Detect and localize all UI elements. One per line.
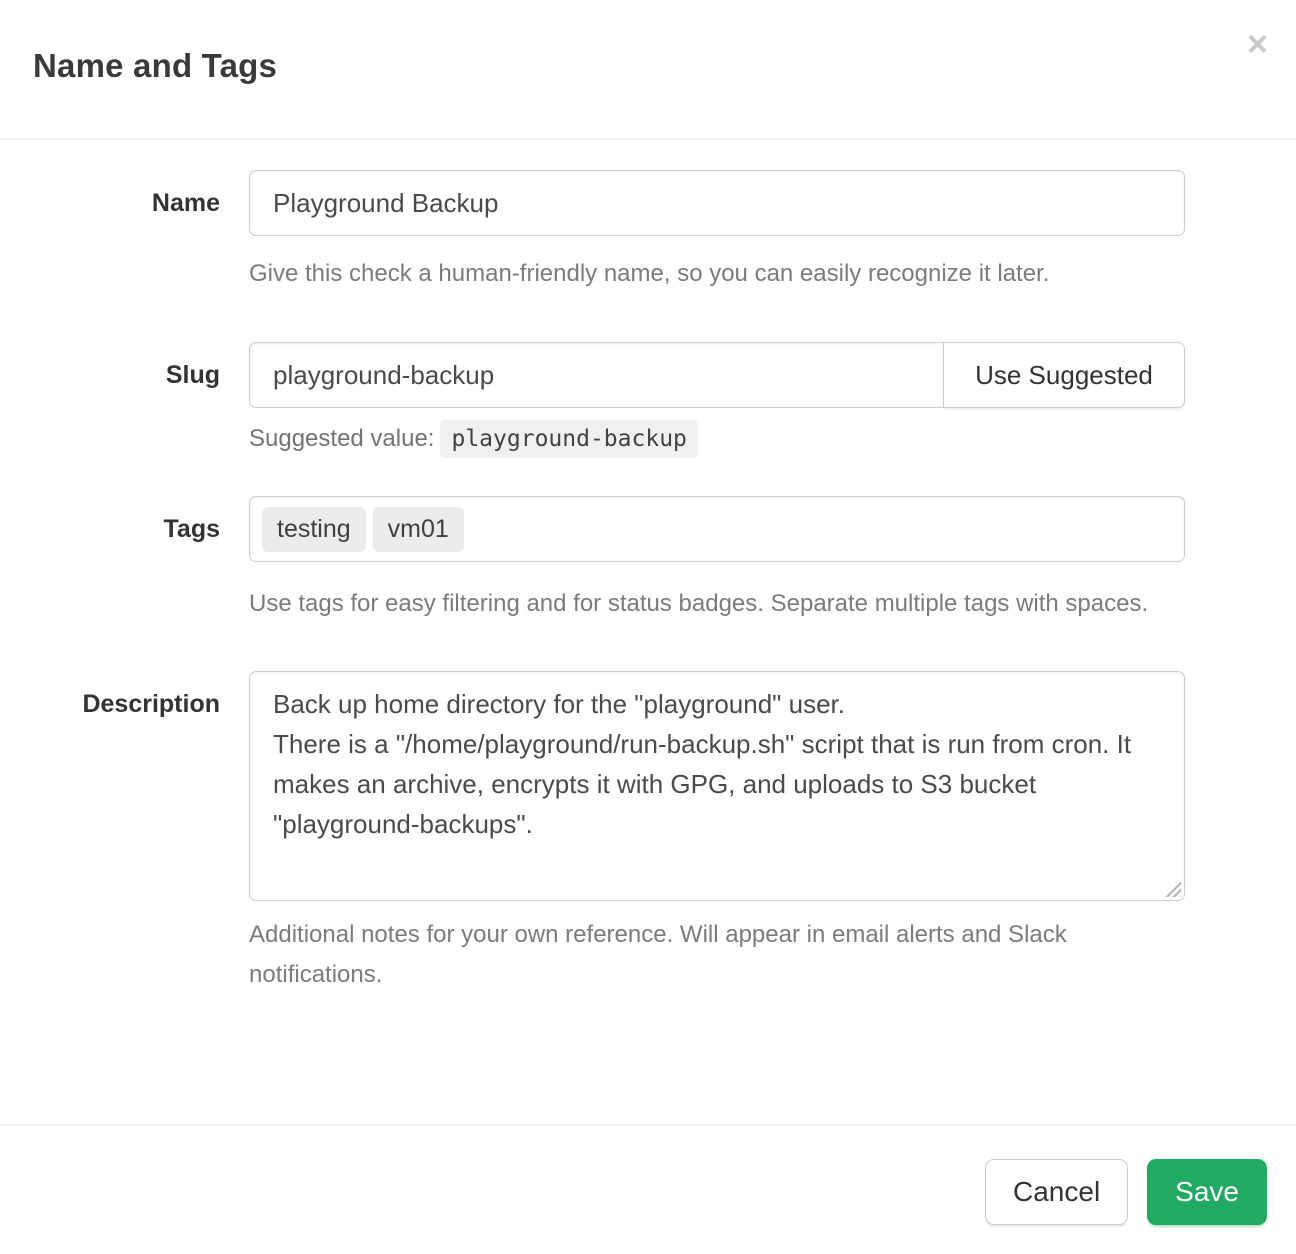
tags-controls: testingvm01 Use tags for easy filtering … [249, 496, 1185, 624]
tags-field-row: Tags testingvm01 Use tags for easy filte… [0, 496, 1215, 624]
name-field-row: Name Give this check a human-friendly na… [0, 170, 1215, 294]
name-and-tags-dialog: Name and Tags × Name Give this check a h… [0, 0, 1296, 1254]
description-controls: Back up home directory for the "playgrou… [249, 671, 1185, 995]
dialog-body: Name Give this check a human-friendly na… [0, 140, 1296, 1124]
name-help-text: Give this check a human-friendly name, s… [249, 254, 1185, 294]
use-suggested-button[interactable]: Use Suggested [943, 342, 1185, 408]
name-label: Name [0, 170, 249, 294]
tags-input[interactable]: testingvm01 [249, 496, 1185, 562]
dialog-header: Name and Tags × [0, 0, 1296, 140]
close-button[interactable]: × [1247, 26, 1268, 62]
cancel-button[interactable]: Cancel [985, 1159, 1128, 1225]
save-button[interactable]: Save [1147, 1159, 1267, 1225]
close-icon: × [1247, 23, 1268, 64]
description-help-text: Additional notes for your own reference.… [249, 915, 1159, 995]
tags-label: Tags [0, 496, 249, 624]
dialog-title: Name and Tags [33, 48, 1266, 84]
slug-input-group: Use Suggested [249, 342, 1185, 408]
tags-help-text: Use tags for easy filtering and for stat… [249, 584, 1159, 624]
dialog-footer: Cancel Save [0, 1124, 1296, 1254]
name-controls: Give this check a human-friendly name, s… [249, 170, 1185, 294]
tag-chip[interactable]: testing [262, 507, 366, 552]
slug-controls: Use Suggested Suggested value:playground… [249, 342, 1185, 453]
name-input[interactable] [249, 170, 1185, 236]
suggested-value-label: Suggested value: [249, 425, 434, 452]
slug-field-row: Slug Use Suggested Suggested value:playg… [0, 342, 1215, 453]
description-textarea-wrap: Back up home directory for the "playgrou… [249, 671, 1185, 901]
description-field-row: Description Back up home directory for t… [0, 671, 1215, 995]
suggested-value-code: playground-backup [440, 420, 697, 458]
tag-chip[interactable]: vm01 [373, 507, 464, 552]
slug-input[interactable] [249, 342, 945, 408]
slug-label: Slug [0, 342, 249, 453]
suggested-value-line: Suggested value:playground-backup [249, 425, 1185, 453]
description-textarea[interactable]: Back up home directory for the "playgrou… [249, 671, 1185, 901]
description-label: Description [0, 671, 249, 995]
